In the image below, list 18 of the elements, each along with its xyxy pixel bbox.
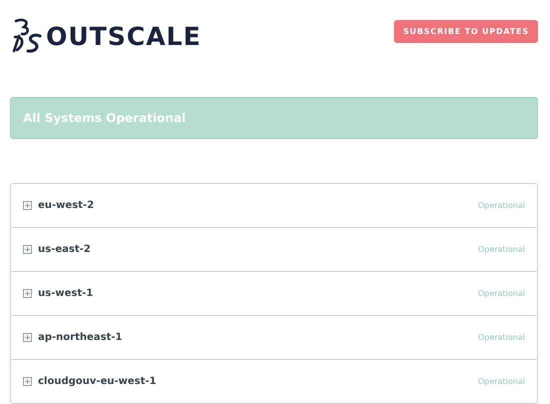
component-name[interactable]: us-east-2: [38, 244, 478, 255]
component-name[interactable]: us-west-1: [38, 288, 478, 299]
expand-icon[interactable]: [23, 245, 32, 254]
component-status: Operational: [478, 333, 525, 342]
component-status: Operational: [478, 289, 525, 298]
expand-icon[interactable]: [23, 289, 32, 298]
component-name[interactable]: cloudgouv-eu-west-1: [38, 376, 478, 387]
expand-icon[interactable]: [23, 377, 32, 386]
component-status: Operational: [478, 377, 525, 386]
expand-icon[interactable]: [23, 201, 32, 210]
component-name[interactable]: ap-northeast-1: [38, 332, 478, 343]
status-banner: All Systems Operational: [10, 97, 538, 139]
brand-name: OUTSCALE: [46, 22, 202, 50]
expand-icon[interactable]: [23, 333, 32, 342]
logo-icon: [10, 18, 44, 54]
component-status: Operational: [478, 245, 525, 254]
component-name[interactable]: eu-west-2: [38, 200, 478, 211]
component-status: Operational: [478, 201, 525, 210]
